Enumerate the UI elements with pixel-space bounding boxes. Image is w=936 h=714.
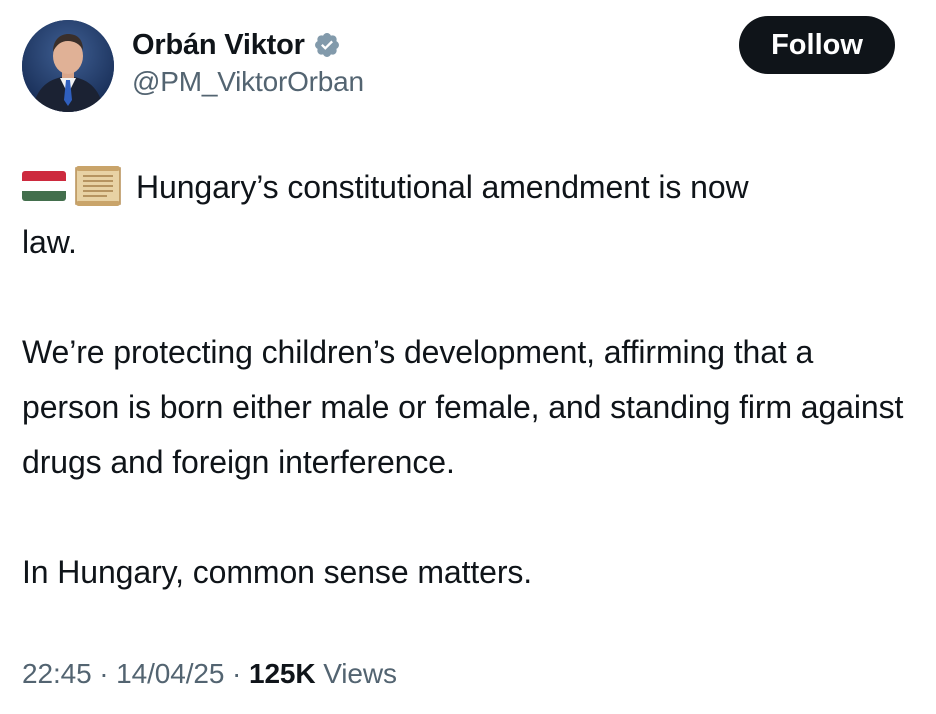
tweet-text: Hungary’s constitutional amendment is no… — [22, 160, 912, 600]
meta-separator: · — [224, 658, 249, 689]
tweet-meta: 22:45 · 14/04/25 · 125K Views — [22, 658, 397, 690]
avatar-photo — [22, 20, 114, 112]
hungary-flag-emoji — [22, 170, 66, 201]
scroll-emoji — [72, 164, 124, 208]
tweet-paragraph-3: In Hungary, common sense matters. — [22, 554, 533, 590]
meta-separator: · — [91, 658, 117, 689]
handle[interactable]: @PM_ViktorOrban — [132, 66, 364, 98]
tweet-line-1-wrap: law. — [22, 224, 77, 260]
verified-badge-icon[interactable] — [313, 31, 341, 59]
follow-button[interactable]: Follow — [739, 16, 895, 74]
tweet-line-1: Hungary’s constitutional amendment is no… — [136, 169, 749, 205]
views-count[interactable]: 125K — [249, 658, 316, 689]
tweet-paragraph-2: We’re protecting children’s development,… — [22, 334, 904, 480]
display-name[interactable]: Orbán Viktor — [132, 29, 305, 62]
tweet-paragraph-1: Hungary’s constitutional amendment is no… — [22, 160, 912, 270]
tweet-date[interactable]: 14/04/25 — [116, 658, 224, 689]
views-label[interactable]: Views — [316, 658, 397, 689]
tweet-card: Orbán Viktor @PM_ViktorOrban Follow Hung… — [0, 0, 936, 714]
author-block: Orbán Viktor @PM_ViktorOrban — [132, 26, 364, 98]
name-row: Orbán Viktor — [132, 26, 364, 64]
tweet-time[interactable]: 22:45 — [22, 658, 92, 689]
avatar[interactable] — [22, 20, 114, 112]
